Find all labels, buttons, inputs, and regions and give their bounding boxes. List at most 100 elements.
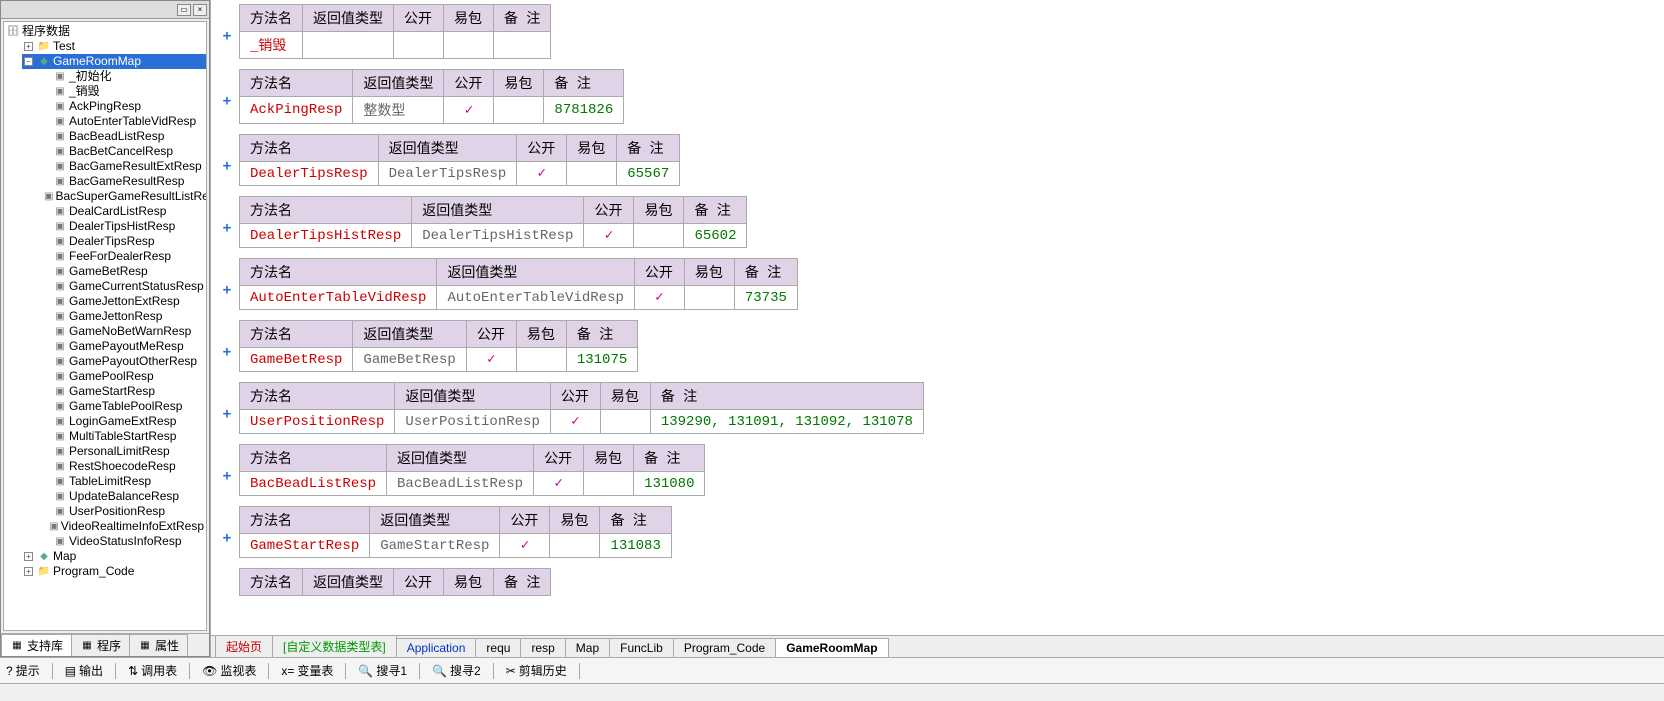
tree-leaf-GamePayoutMeResp[interactable]: ▣ GamePayoutMeResp xyxy=(38,339,206,354)
editor-tab-Program_Code[interactable]: Program_Code xyxy=(673,638,776,657)
cell-method-name[interactable]: DealerTipsResp xyxy=(240,162,379,186)
cell-public[interactable]: ✓ xyxy=(634,286,684,310)
sidebar-close-button[interactable]: × xyxy=(193,4,207,16)
cell-method-name[interactable]: GameStartResp xyxy=(240,534,370,558)
cell-method-name[interactable]: UserPositionResp xyxy=(240,410,395,434)
tree-leaf-VideoRealtimeInfoExtResp[interactable]: ▣ VideoRealtimeInfoExtResp xyxy=(38,519,206,534)
cell-remark[interactable] xyxy=(494,32,551,59)
tree-leaf-DealerTipsHistResp[interactable]: ▣ DealerTipsHistResp xyxy=(38,219,206,234)
tree-leaf-GamePoolResp[interactable]: ▣ GamePoolResp xyxy=(38,369,206,384)
tree-toggle-icon[interactable]: + xyxy=(24,42,33,51)
expand-method-button[interactable]: + xyxy=(215,506,239,546)
cell-package[interactable] xyxy=(516,348,566,372)
tree-root[interactable]: 🗄程序数据 xyxy=(6,24,206,39)
cell-remark[interactable]: 65602 xyxy=(684,224,747,248)
tree-leaf-_初始化[interactable]: ▣ _初始化 xyxy=(38,69,206,84)
cell-package[interactable] xyxy=(584,472,634,496)
cell-return-type[interactable]: 整数型 xyxy=(353,97,444,124)
cell-package[interactable] xyxy=(634,224,684,248)
cell-remark[interactable]: 65567 xyxy=(617,162,680,186)
sidebar-float-button[interactable]: ▭ xyxy=(177,4,191,16)
cell-public[interactable]: ✓ xyxy=(500,534,550,558)
tree-leaf-BacGameResultExtResp[interactable]: ▣ BacGameResultExtResp xyxy=(38,159,206,174)
table-row[interactable]: BacBeadListResp BacBeadListResp ✓ 131080 xyxy=(240,472,705,496)
cell-method-name[interactable]: AutoEnterTableVidResp xyxy=(240,286,437,310)
cell-public[interactable]: ✓ xyxy=(466,348,516,372)
expand-method-button[interactable]: + xyxy=(215,196,239,236)
tree-leaf-GameNoBetWarnResp[interactable]: ▣ GameNoBetWarnResp xyxy=(38,324,206,339)
tree-leaf-FeeForDealerResp[interactable]: ▣ FeeForDealerResp xyxy=(38,249,206,264)
cell-remark[interactable]: 73735 xyxy=(734,286,797,310)
tree-leaf-GameTablePoolResp[interactable]: ▣ GameTablePoolResp xyxy=(38,399,206,414)
cell-remark[interactable]: 139290, 131091, 131092, 131078 xyxy=(650,410,923,434)
cell-remark[interactable]: 131083 xyxy=(600,534,671,558)
table-row[interactable]: UserPositionResp UserPositionResp ✓ 1392… xyxy=(240,410,924,434)
editor-tab-FuncLib[interactable]: FuncLib xyxy=(609,638,674,657)
cell-package[interactable] xyxy=(600,410,650,434)
cell-method-name[interactable]: DealerTipsHistResp xyxy=(240,224,412,248)
tree-leaf-AckPingResp[interactable]: ▣ AckPingResp xyxy=(38,99,206,114)
expand-method-button[interactable]: + xyxy=(215,134,239,174)
cell-public[interactable] xyxy=(394,32,444,59)
tree-leaf-UpdateBalanceResp[interactable]: ▣ UpdateBalanceResp xyxy=(38,489,206,504)
cell-package[interactable] xyxy=(494,97,544,124)
toolbar-剪辑历史[interactable]: ✂ 剪辑历史 xyxy=(506,662,567,679)
toolbar-输出[interactable]: ▤ 输出 xyxy=(65,662,103,679)
editor-tab-resp[interactable]: resp xyxy=(520,638,565,657)
expand-method-button[interactable]: + xyxy=(215,320,239,360)
table-row[interactable]: _销毁 xyxy=(240,32,551,59)
tree-leaf-RestShoecodeResp[interactable]: ▣ RestShoecodeResp xyxy=(38,459,206,474)
expand-method-button[interactable]: + xyxy=(215,258,239,298)
cell-return-type[interactable]: BacBeadListResp xyxy=(387,472,534,496)
toolbar-提示[interactable]: ? 提示 xyxy=(6,662,40,679)
cell-remark[interactable]: 131075 xyxy=(566,348,637,372)
tree-leaf-_销毁[interactable]: ▣ _销毁 xyxy=(38,84,206,99)
cell-method-name[interactable]: GameBetResp xyxy=(240,348,353,372)
editor-tab-Map[interactable]: Map xyxy=(565,638,610,657)
cell-return-type[interactable] xyxy=(303,32,394,59)
cell-package[interactable] xyxy=(550,534,600,558)
tree-leaf-BacGameResultResp[interactable]: ▣ BacGameResultResp xyxy=(38,174,206,189)
cell-return-type[interactable]: GameBetResp xyxy=(353,348,466,372)
tree-leaf-BacBeadListResp[interactable]: ▣ BacBeadListResp xyxy=(38,129,206,144)
expand-method-button[interactable]: + xyxy=(215,444,239,484)
tree-leaf-UserPositionResp[interactable]: ▣ UserPositionResp xyxy=(38,504,206,519)
expand-method-button[interactable]: + xyxy=(215,382,239,422)
cell-return-type[interactable]: DealerTipsHistResp xyxy=(412,224,584,248)
cell-return-type[interactable]: DealerTipsResp xyxy=(378,162,517,186)
tree-leaf-PersonalLimitResp[interactable]: ▣ PersonalLimitResp xyxy=(38,444,206,459)
cell-public[interactable]: ✓ xyxy=(584,224,634,248)
cell-method-name[interactable]: _销毁 xyxy=(240,32,303,59)
cell-method-name[interactable]: BacBeadListResp xyxy=(240,472,387,496)
editor-content[interactable]: + 方法名 返回值类型 公开 易包 备 注 _销毁 + 方法名 返回值类型 xyxy=(211,0,1664,635)
cell-remark[interactable]: 131080 xyxy=(634,472,705,496)
cell-remark[interactable]: 8781826 xyxy=(544,97,624,124)
editor-tab-[自定义数据类型表][interactable]: [自定义数据类型表] xyxy=(272,635,397,657)
toolbar-搜寻2[interactable]: 🔍 搜寻2 xyxy=(432,662,481,679)
tree-leaf-GameJettonResp[interactable]: ▣ GameJettonResp xyxy=(38,309,206,324)
table-row[interactable]: GameStartResp GameStartResp ✓ 131083 xyxy=(240,534,672,558)
tree-leaf-AutoEnterTableVidResp[interactable]: ▣ AutoEnterTableVidResp xyxy=(38,114,206,129)
cell-package[interactable] xyxy=(444,32,494,59)
cell-return-type[interactable]: AutoEnterTableVidResp xyxy=(437,286,634,310)
table-row[interactable]: AckPingResp 整数型 ✓ 8781826 xyxy=(240,97,624,124)
toolbar-搜寻1[interactable]: 🔍 搜寻1 xyxy=(358,662,407,679)
cell-package[interactable] xyxy=(567,162,617,186)
cell-public[interactable]: ✓ xyxy=(517,162,567,186)
tree-node-Test[interactable]: + 📁 Test xyxy=(22,39,206,54)
tree-node-Program_Code[interactable]: + 📁 Program_Code xyxy=(22,564,206,579)
tree-toggle-icon[interactable]: + xyxy=(24,552,33,561)
cell-package[interactable] xyxy=(684,286,734,310)
tree-leaf-MultiTableStartResp[interactable]: ▣ MultiTableStartResp xyxy=(38,429,206,444)
tree-leaf-DealerTipsResp[interactable]: ▣ DealerTipsResp xyxy=(38,234,206,249)
tree-leaf-BacSuperGameResultListResp[interactable]: ▣ BacSuperGameResultListResp xyxy=(38,189,206,204)
tree-leaf-GameCurrentStatusResp[interactable]: ▣ GameCurrentStatusResp xyxy=(38,279,206,294)
table-row[interactable]: AutoEnterTableVidResp AutoEnterTableVidR… xyxy=(240,286,798,310)
editor-tab-requ[interactable]: requ xyxy=(475,638,521,657)
tree-node-Map[interactable]: + ◆ Map xyxy=(22,549,206,564)
cell-public[interactable]: ✓ xyxy=(444,97,494,124)
cell-public[interactable]: ✓ xyxy=(534,472,584,496)
tree-leaf-GameStartResp[interactable]: ▣ GameStartResp xyxy=(38,384,206,399)
tree-leaf-VideoStatusInfoResp[interactable]: ▣ VideoStatusInfoResp xyxy=(38,534,206,549)
cell-return-type[interactable]: UserPositionResp xyxy=(395,410,550,434)
